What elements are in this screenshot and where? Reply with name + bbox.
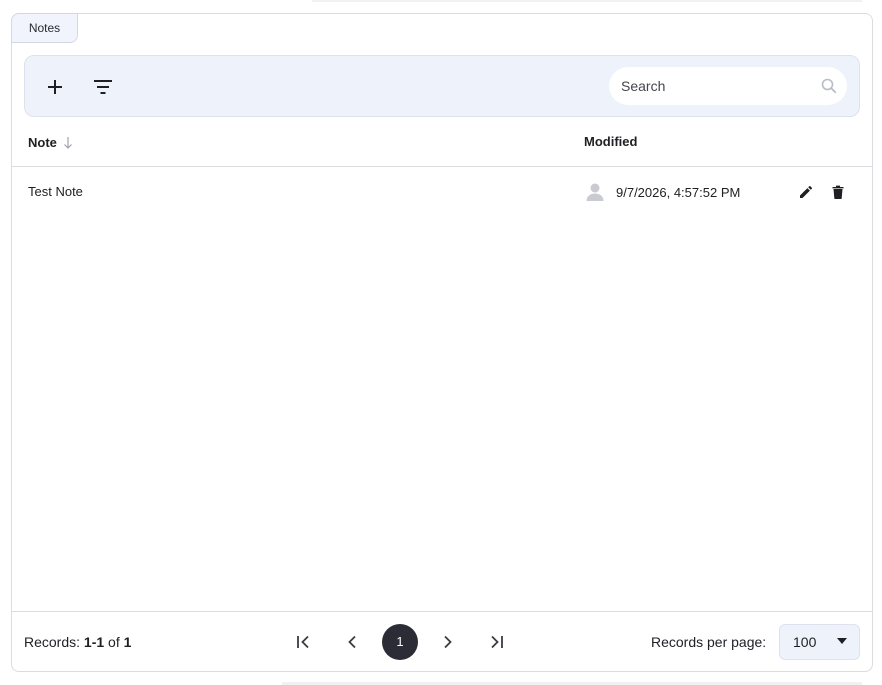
chevron-right-icon — [444, 635, 452, 649]
edit-icon — [800, 185, 813, 198]
plus-icon — [48, 80, 62, 94]
toolbar — [24, 55, 860, 117]
sort-down-icon[interactable] — [63, 136, 73, 150]
table-header: Note Modified — [12, 119, 872, 167]
search-icon[interactable] — [821, 78, 837, 94]
first-page-icon — [297, 635, 309, 649]
delete-note-button[interactable] — [828, 182, 848, 202]
add-note-button[interactable] — [37, 69, 73, 105]
filter-button[interactable] — [85, 69, 121, 105]
records-count: Records: 1-1 of 1 — [24, 612, 131, 672]
records-of: of — [104, 634, 124, 650]
edit-note-button[interactable] — [796, 182, 816, 202]
top-divider — [312, 0, 862, 2]
previous-page-button[interactable] — [334, 624, 370, 660]
records-range: 1-1 — [83, 634, 105, 650]
records-per-page-value: 100 — [793, 634, 817, 650]
search-input[interactable] — [621, 67, 811, 105]
records-per-page-label: Records per page: — [651, 634, 767, 650]
modified-cell: 9/7/2026, 4:57:52 PM — [584, 168, 740, 216]
table-row[interactable]: Test Note 9/7/2026, 4:57:52 PM — [12, 168, 872, 216]
delete-icon — [832, 185, 844, 199]
caret-down-icon — [837, 638, 847, 644]
filter-icon — [94, 80, 112, 94]
person-icon — [586, 183, 604, 201]
last-page-icon — [491, 635, 503, 649]
notes-panel: Notes Note Modified — [11, 13, 873, 672]
first-page-button[interactable] — [286, 624, 322, 660]
search-box — [609, 67, 847, 105]
column-header-modified[interactable]: Modified — [584, 119, 637, 167]
modified-timestamp: 9/7/2026, 4:57:52 PM — [616, 184, 741, 200]
column-header-note[interactable]: Note — [28, 119, 73, 167]
records-total: 1 — [123, 634, 132, 650]
column-note-label: Note — [28, 135, 57, 150]
records-per-page-select[interactable]: 100 — [779, 624, 860, 660]
table-footer: Records: 1-1 of 1 1 Records per page: 10… — [12, 611, 872, 671]
last-page-button[interactable] — [478, 624, 514, 660]
chevron-left-icon — [348, 635, 356, 649]
tab-notes[interactable]: Notes — [11, 13, 78, 43]
page-1-button[interactable]: 1 — [382, 624, 418, 660]
records-prefix: Records: — [24, 634, 84, 650]
next-page-button[interactable] — [430, 624, 466, 660]
note-title-cell: Test Note — [28, 184, 83, 199]
